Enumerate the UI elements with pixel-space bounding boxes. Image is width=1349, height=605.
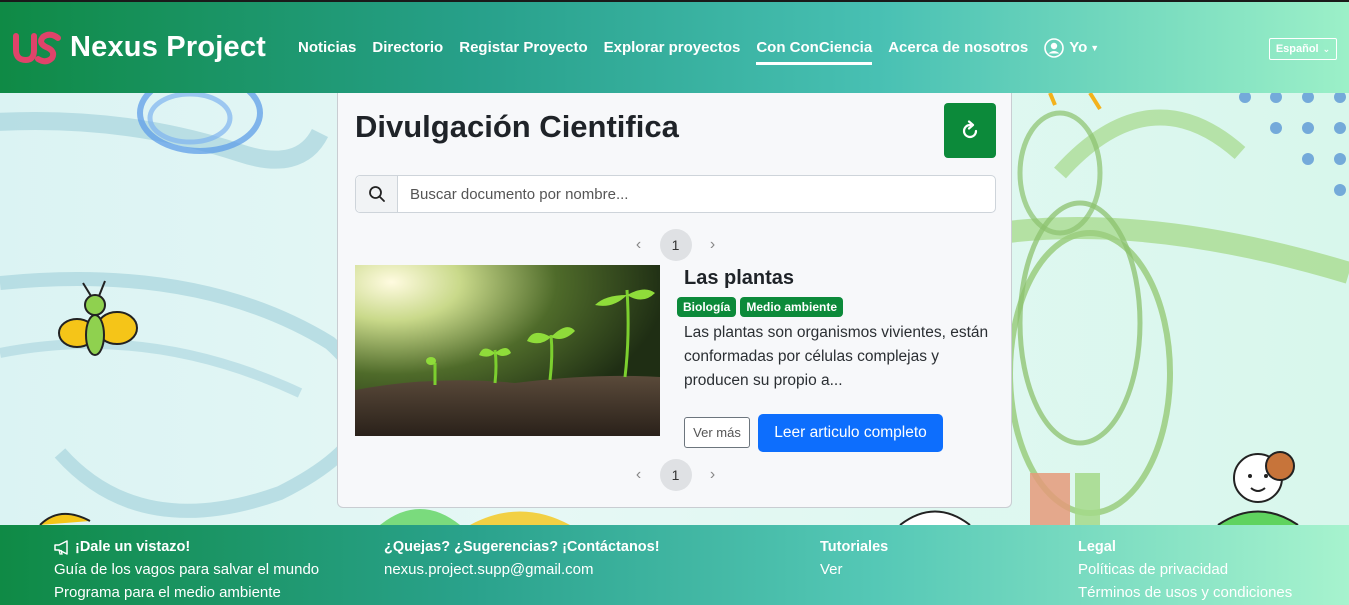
search-bar: [355, 175, 996, 213]
user-menu[interactable]: Yo ▼: [1044, 37, 1100, 58]
footer-link[interactable]: Términos de usos y condiciones: [1078, 584, 1292, 601]
brand-logo-icon: [12, 28, 62, 68]
tag-badge: Medio ambiente: [740, 297, 844, 317]
next-page-icon[interactable]: ›: [706, 236, 720, 254]
footer-col-vistazo: ¡Dale un vistazo! Guía de los vagos para…: [54, 539, 319, 601]
read-full-article-button[interactable]: Leer articulo completo: [758, 414, 943, 452]
article-tags: Biología Medio ambiente: [677, 297, 844, 317]
nav-acerca-de-nosotros[interactable]: Acerca de nosotros: [888, 33, 1028, 62]
nav-directorio[interactable]: Directorio: [372, 33, 443, 62]
footer-heading: Tutoriales: [820, 539, 889, 555]
language-select[interactable]: Español ⌄: [1269, 38, 1337, 60]
brand[interactable]: Nexus Project: [12, 28, 266, 68]
refresh-button[interactable]: [944, 103, 996, 158]
page-number[interactable]: 1: [659, 229, 692, 261]
divulgacion-card: Divulgación Cientifica ‹ 1 ›: [337, 93, 1012, 508]
footer-email-link[interactable]: nexus.project.supp@gmail.com: [384, 561, 660, 578]
ver-mas-button[interactable]: Ver más: [684, 417, 750, 448]
footer-col-tutoriales: Tutoriales Ver: [820, 539, 888, 578]
user-label: Yo: [1069, 39, 1088, 56]
article-description: Las plantas son organismos vivientes, es…: [684, 324, 989, 389]
next-page-icon[interactable]: ›: [706, 466, 720, 484]
nav-con-conciencia[interactable]: Con ConCiencia: [756, 33, 872, 65]
refresh-icon: [962, 119, 978, 138]
page-number[interactable]: 1: [659, 459, 692, 491]
footer-heading: ¡Dale un vistazo!: [75, 539, 191, 555]
article-image[interactable]: [355, 265, 660, 436]
top-navbar: Nexus Project Noticias Directorio Regist…: [0, 0, 1349, 93]
footer: ¡Dale un vistazo! Guía de los vagos para…: [0, 525, 1349, 605]
nav-explorar-proyectos[interactable]: Explorar proyectos: [604, 33, 741, 62]
user-circle-icon: [1044, 37, 1065, 58]
pagination-bottom: ‹ 1 ›: [338, 459, 1013, 491]
article-title[interactable]: Las plantas: [684, 267, 794, 290]
footer-link[interactable]: Programa para el medio ambiente: [54, 584, 319, 601]
nav-noticias[interactable]: Noticias: [298, 33, 356, 62]
language-label: Español: [1275, 43, 1319, 55]
nav-registrar-proyecto[interactable]: Registar Proyecto: [459, 33, 587, 62]
tag-badge: Biología: [677, 297, 737, 317]
caret-down-icon: ▼: [1090, 42, 1100, 53]
brand-name: Nexus Project: [70, 31, 267, 63]
footer-link[interactable]: Ver: [820, 561, 888, 578]
footer-heading: Legal: [1078, 539, 1116, 555]
page-title: Divulgación Cientifica: [355, 109, 679, 144]
footer-col-legal: Legal Políticas de privacidad Términos d…: [1078, 539, 1292, 601]
search-input[interactable]: [398, 176, 995, 212]
footer-link[interactable]: Guía de los vagos para salvar el mundo: [54, 561, 319, 578]
search-icon: [356, 176, 398, 212]
prev-page-icon[interactable]: ‹: [632, 466, 646, 484]
footer-col-contacto: ¿Quejas? ¿Sugerencias? ¡Contáctanos! nex…: [384, 539, 660, 578]
main-nav: Noticias Directorio Registar Proyecto Ex…: [298, 33, 1100, 65]
footer-heading: ¿Quejas? ¿Sugerencias? ¡Contáctanos!: [384, 539, 660, 555]
pagination-top: ‹ 1 ›: [338, 229, 1013, 261]
chevron-down-icon: ⌄: [1322, 43, 1331, 54]
megaphone-icon: [54, 539, 68, 555]
footer-link[interactable]: Políticas de privacidad: [1078, 561, 1292, 578]
prev-page-icon[interactable]: ‹: [632, 236, 646, 254]
